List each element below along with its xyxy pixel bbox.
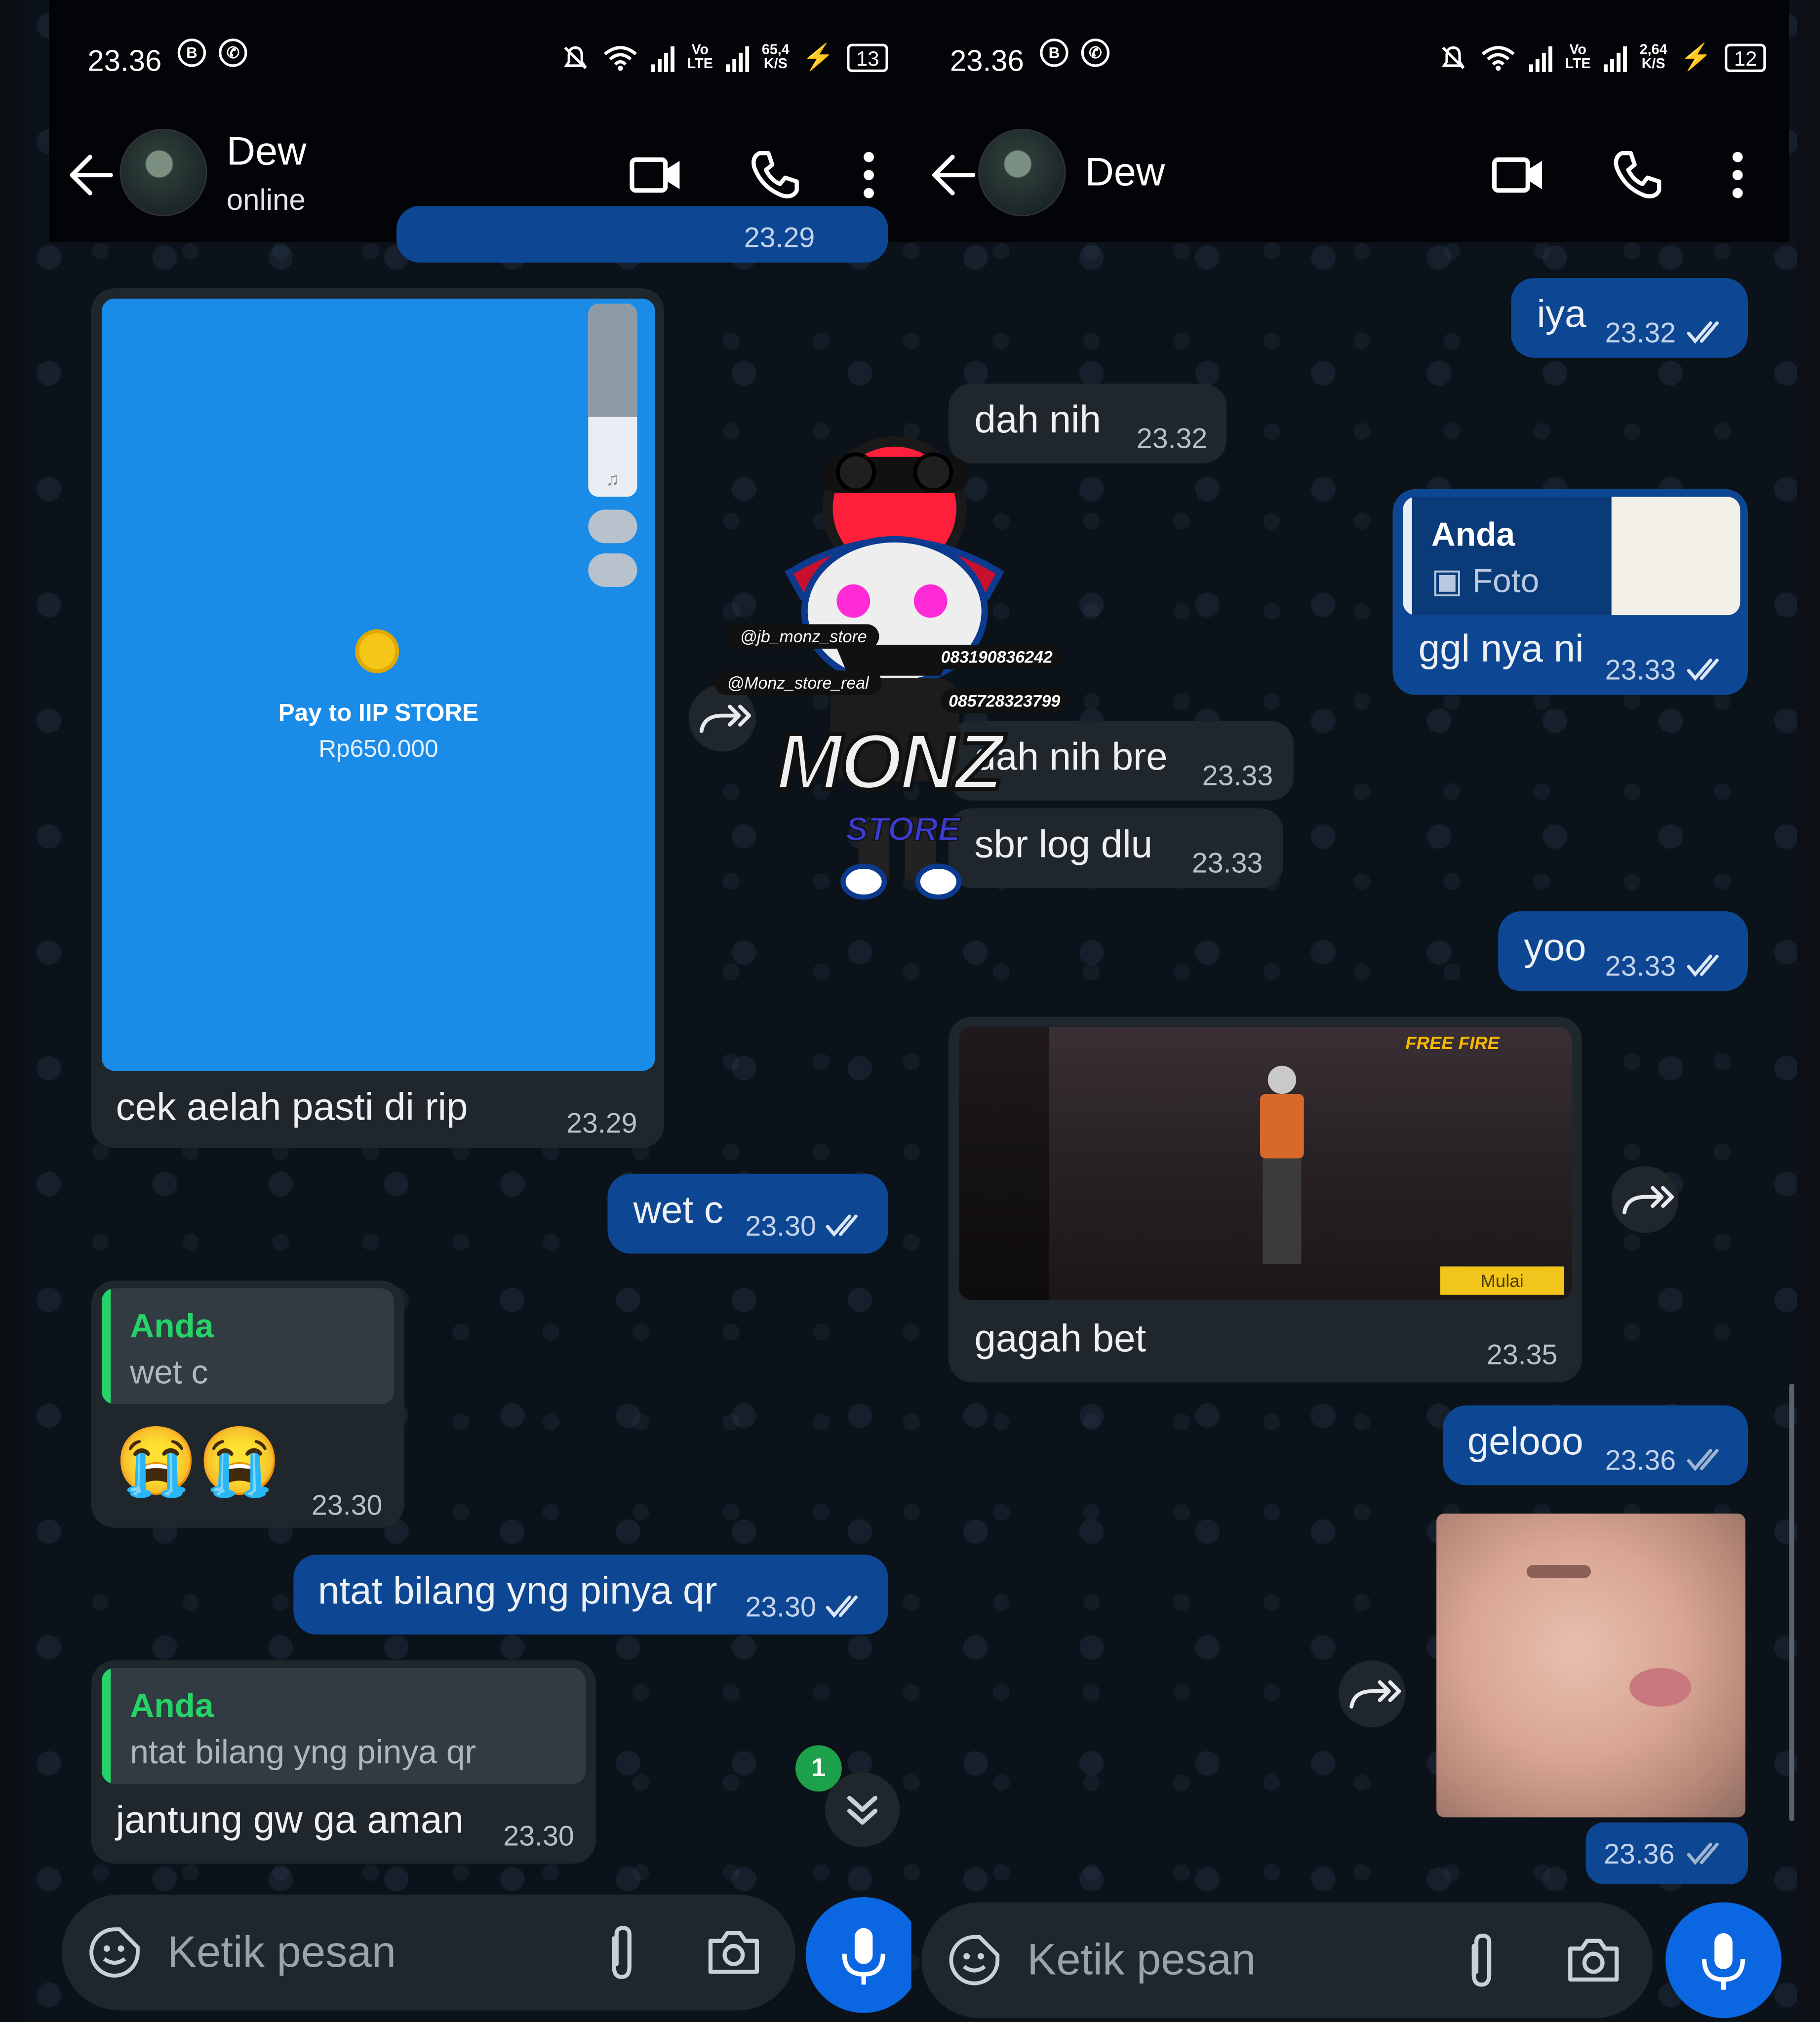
message-input[interactable]: Ketik pesan <box>1027 1936 1256 1986</box>
image-time-pill: 23.36 <box>1585 1822 1748 1884</box>
voice-call-icon[interactable] <box>1609 147 1666 203</box>
signal-icon-2 <box>1603 43 1627 72</box>
video-call-icon[interactable] <box>1491 147 1547 203</box>
battery-level: 12 <box>1725 43 1766 72</box>
monz-store-watermark: @jb_monz_store @Monz_store_real 08319083… <box>702 431 1088 907</box>
forward-button[interactable] <box>1339 1660 1406 1727</box>
double-chevron-down-icon <box>847 1795 878 1825</box>
b-app-icon: B <box>1040 39 1068 67</box>
brand-name: MONZ <box>774 716 1005 809</box>
double-check-icon <box>826 1595 858 1618</box>
camera-icon[interactable] <box>706 1928 762 1977</box>
contact-name[interactable]: Dew <box>1085 149 1165 195</box>
chat-header: 23.36 B ✆ Vo LTE 2,64 K/S ⚡ 12 Dew <box>911 0 1789 242</box>
whatsapp-icon: ✆ <box>1081 39 1110 67</box>
double-check-icon <box>1687 1842 1719 1865</box>
game-screenshot[interactable]: FREE FIRE Mulai <box>959 1027 1572 1300</box>
instagram-handle: @Monz_store_real <box>714 670 882 695</box>
brand-subtitle: STORE <box>845 809 961 849</box>
forward-arrow-icon <box>1349 1680 1401 1709</box>
game-start-button: Mulai <box>1440 1266 1564 1295</box>
whatsapp-number-1: 083190836242 <box>933 645 1061 669</box>
wifi-icon <box>1481 45 1515 71</box>
attach-paperclip-icon[interactable] <box>1460 1931 1503 1990</box>
photo-face-eye <box>1526 1565 1591 1578</box>
game-logo: FREE FIRE <box>1405 1032 1500 1053</box>
reply-message-out[interactable]: Anda ▣ Foto ggl nya ni 23.33 <box>1392 489 1748 695</box>
status-time: 23.36 <box>950 43 1024 78</box>
signal-icon <box>1529 43 1552 72</box>
chat-screen-right: 23.36 B ✆ Vo LTE 2,64 K/S ⚡ 12 Dew iya 2… <box>911 0 1789 2022</box>
scrollbar[interactable] <box>1789 1383 1794 1822</box>
forward-button[interactable] <box>1611 1166 1679 1233</box>
message-input-bar[interactable]: Ketik pesan <box>62 1894 796 2011</box>
quoted-thumbnail <box>1611 497 1741 616</box>
sticker-emoji-icon[interactable] <box>948 1933 1001 1987</box>
double-check-icon <box>1687 1448 1719 1472</box>
scroll-down-button[interactable] <box>825 1772 900 1847</box>
back-arrow-icon[interactable] <box>929 152 976 198</box>
payment-screenshot[interactable]: ♫ Pay to IIP STORE Rp650.000 <box>101 298 655 1071</box>
double-check-icon <box>1687 954 1719 977</box>
game-character <box>1252 1065 1309 1272</box>
volume-slider: ♫ <box>588 304 637 497</box>
quoted-message[interactable]: Anda wet c <box>101 1288 394 1404</box>
image-message-game[interactable]: FREE FIRE Mulai gagah bet 23.35 <box>949 1016 1582 1383</box>
message-bubble-out[interactable]: gelooo 23.36 <box>1443 1405 1748 1485</box>
voice-message-button[interactable] <box>805 1897 911 2013</box>
double-check-icon <box>826 1214 858 1237</box>
double-check-icon <box>1687 321 1719 344</box>
bell-icon <box>588 509 637 544</box>
reply-message[interactable]: Anda ntat bilang yng pinya qr jantung gw… <box>91 1660 596 1864</box>
message-bubble-out[interactable]: wet c 23.30 <box>607 1173 888 1254</box>
status-bar: 23.36 B ✆ Vo LTE 2,64 K/S ⚡ 12 <box>911 39 1789 85</box>
message-bubble-out[interactable]: yoo 23.33 <box>1498 911 1748 991</box>
message-input[interactable]: Ketik pesan <box>167 1928 396 1979</box>
moon-icon <box>588 553 637 587</box>
camera-icon[interactable] <box>1565 1936 1622 1984</box>
image-message-photo[interactable] <box>1436 1514 1745 1818</box>
photo-face-mouth <box>1629 1668 1692 1707</box>
pay-amount: Rp650.000 <box>318 736 438 764</box>
double-check-icon <box>1687 659 1719 681</box>
microphone-icon <box>1701 1933 1745 1990</box>
message-bubble-out[interactable]: ntat bilang yng pinya qr 23.30 <box>293 1555 888 1635</box>
check-coin-icon <box>355 629 399 673</box>
quoted-message[interactable]: Anda ntat bilang yng pinya qr <box>101 1668 586 1784</box>
chat-screen-left: 23.36 B ✆ Vo LTE 65,4 K/S ⚡ 13 Dew onlin… <box>49 0 911 2022</box>
charging-icon: ⚡ <box>1680 43 1712 73</box>
image-message-payment[interactable]: ♫ Pay to IIP STORE Rp650.000 cek aelah p… <box>91 288 665 1148</box>
forward-arrow-icon <box>1622 1186 1674 1214</box>
photo-icon: ▣ <box>1431 561 1472 600</box>
message-time: 23.29 <box>566 1107 637 1139</box>
reply-message[interactable]: Anda wet c 😭😭 23.30 <box>91 1281 404 1528</box>
emoji-text: 😭😭 <box>115 1425 281 1500</box>
net-speed: 2,64 K/S <box>1639 41 1667 72</box>
tiktok-handle: @jb_monz_store <box>727 624 880 649</box>
quoted-photo[interactable]: Anda ▣ Foto <box>1403 497 1741 616</box>
avatar[interactable] <box>978 128 1066 217</box>
pay-to-label: Pay to IIP STORE <box>278 700 479 728</box>
attach-paperclip-icon[interactable] <box>600 1923 644 1982</box>
voice-message-button[interactable] <box>1665 1902 1781 2019</box>
sticker-emoji-icon[interactable] <box>87 1925 141 1980</box>
mute-bell-icon <box>1441 45 1464 69</box>
microphone-icon <box>842 1928 885 1985</box>
message-text: cek aelah pasti di rip <box>116 1086 468 1129</box>
message-input-bar[interactable]: Ketik pesan <box>921 1902 1653 2019</box>
message-bubble-out[interactable]: iya 23.32 <box>1511 278 1748 358</box>
volte-label: Vo LTE <box>1565 41 1591 72</box>
more-options-icon[interactable] <box>1718 147 1757 203</box>
whatsapp-number-2: 085728323799 <box>941 688 1068 713</box>
